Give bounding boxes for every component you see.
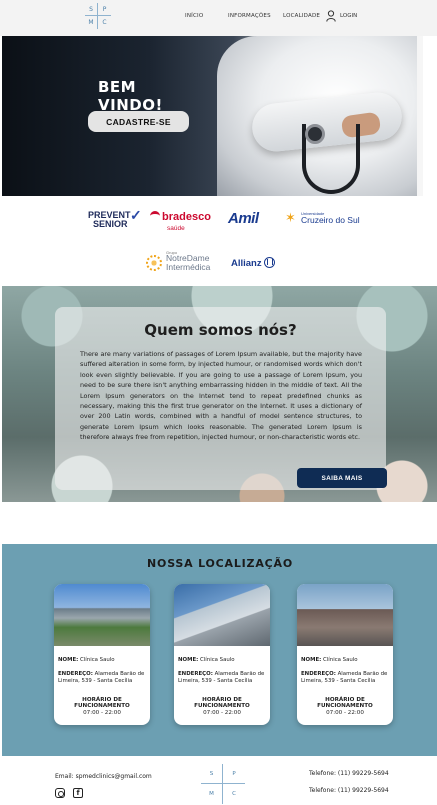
name-value: Clínica Saulo xyxy=(80,657,115,663)
logo-letter: M xyxy=(201,784,223,804)
card-address: ENDEREÇO: Alameda Barão de Limeira, 539 … xyxy=(58,671,146,685)
footer: Email: spmedclinics@gmail.com f S P M C … xyxy=(0,756,437,805)
card-name: NOME: Clínica Saulo xyxy=(58,657,146,664)
nav-informacoes[interactable]: INFORMAÇÕES xyxy=(228,13,271,19)
site-logo[interactable]: S P M C xyxy=(85,3,111,29)
logo-letter: C xyxy=(232,791,236,797)
sun-icon xyxy=(146,255,162,271)
learn-more-button[interactable]: SAIBA MAIS xyxy=(297,468,387,488)
card-address: ENDEREÇO: Alameda Barão de Limeira, 539 … xyxy=(301,671,389,685)
footer-email[interactable]: Email: spmedclinics@gmail.com xyxy=(55,773,152,780)
hero-banner: BEM VINDO! CADASTRE-SE xyxy=(2,36,423,196)
stethoscope-head-shape xyxy=(305,124,325,144)
name-value: Clínica Saulo xyxy=(200,657,235,663)
card-address: ENDEREÇO: Alameda Barão de Limeira, 539 … xyxy=(178,671,266,685)
locations-section: NOSSA LOCALIZAÇÃO NOME: Clínica Saulo EN… xyxy=(2,544,437,756)
allianz-logo: Allianz xyxy=(231,257,275,269)
logo-letter: S xyxy=(85,3,98,16)
bradesco-mark-icon xyxy=(150,211,160,219)
locations-title: NOSSA LOCALIZAÇÃO xyxy=(147,557,293,570)
check-icon: ✓ xyxy=(130,207,142,223)
address-label: ENDEREÇO: xyxy=(178,671,213,677)
hours-value: 07:00 - 22:00 xyxy=(203,710,241,716)
nav-localidade[interactable]: LOCALIDADE xyxy=(283,13,320,19)
hours-label: HORÁRIO DE FUNCIONAMENTO xyxy=(317,697,373,709)
location-card[interactable]: NOME: Clínica Saulo ENDEREÇO: Alameda Ba… xyxy=(174,584,270,725)
hours-value: 07:00 - 22:00 xyxy=(83,710,121,716)
footer-phone-1: Telefone: (11) 99229-5694 xyxy=(309,770,389,777)
name-value: Clínica Saulo xyxy=(323,657,358,663)
clinic-photo xyxy=(297,584,393,646)
bradesco-name: bradesco xyxy=(162,211,211,223)
about-card: Quem somos nós? There are many variation… xyxy=(55,307,386,490)
notredame-name: NotreDame Intermédica xyxy=(166,254,210,272)
address-label: ENDEREÇO: xyxy=(58,671,93,677)
amil-logo: Amil xyxy=(228,210,259,227)
footer-logo: S P M C xyxy=(201,764,245,804)
address-label: ENDEREÇO: xyxy=(301,671,336,677)
card-name: NOME: Clínica Saulo xyxy=(178,657,266,664)
header: S P M C INÍCIO INFORMAÇÕES LOCALIDADE LO… xyxy=(0,0,437,36)
card-name: NOME: Clínica Saulo xyxy=(301,657,389,664)
bradesco-sub: saúde xyxy=(167,225,185,232)
location-card[interactable]: NOME: Clínica Saulo ENDEREÇO: Alameda Ba… xyxy=(54,584,150,725)
clinic-photo xyxy=(54,584,150,646)
logo-letter: P xyxy=(223,764,245,784)
logo-letter: P xyxy=(98,3,111,16)
facebook-icon[interactable]: f xyxy=(73,788,83,798)
user-icon[interactable] xyxy=(326,10,336,22)
hours-label: HORÁRIO DE FUNCIONAMENTO xyxy=(74,697,130,709)
star-icon: ✶ xyxy=(285,210,296,225)
login-link[interactable]: LOGIN xyxy=(340,13,357,19)
prevent-senior-logo: PREVENT SENIOR ✓ xyxy=(88,208,142,229)
footer-phone-2: Telefone: (11) 99229-5694 xyxy=(309,787,389,794)
hero-title: BEM VINDO! xyxy=(98,78,163,114)
name-label: NOME: xyxy=(178,657,199,663)
about-title: Quem somos nós? xyxy=(144,321,297,339)
prevent-logo-line2: SENIOR xyxy=(93,219,128,229)
notredame-line2: Intermédica xyxy=(166,262,211,272)
hours-label: HORÁRIO DE FUNCIONAMENTO xyxy=(194,697,250,709)
allianz-name: Allianz xyxy=(231,258,262,269)
logo-letter: M xyxy=(85,16,98,29)
location-card[interactable]: NOME: Clínica Saulo ENDEREÇO: Alameda Ba… xyxy=(297,584,393,725)
logo-letter: C xyxy=(102,19,107,26)
allianz-ring-icon xyxy=(263,257,275,268)
nav-inicio[interactable]: INÍCIO xyxy=(185,13,203,19)
about-text: There are many variations of passages of… xyxy=(80,350,362,442)
clinic-photo xyxy=(174,584,270,646)
logo-letter: S xyxy=(201,764,223,784)
name-label: NOME: xyxy=(58,657,79,663)
signup-button[interactable]: CADASTRE-SE xyxy=(88,111,189,132)
cruzeiro-name: Cruzeiro do Sul xyxy=(301,215,360,225)
hours-value: 07:00 - 22:00 xyxy=(326,710,364,716)
name-label: NOME: xyxy=(301,657,322,663)
instagram-icon[interactable] xyxy=(55,788,65,798)
